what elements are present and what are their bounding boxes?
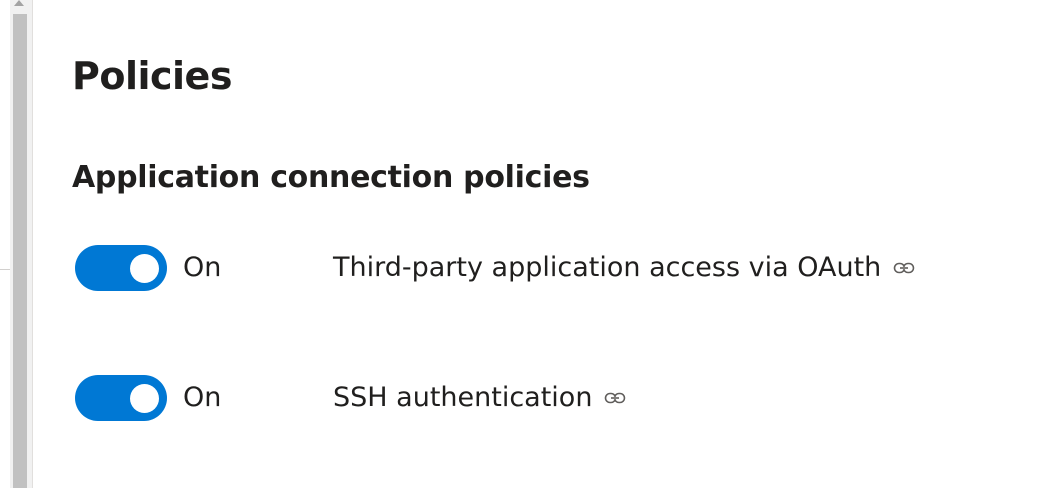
policy-row-oauth: On Third-party application access via OA…: [72, 245, 915, 291]
toggle-knob: [130, 384, 159, 413]
policy-label-oauth: Third-party application access via OAuth: [333, 245, 915, 291]
policy-label-text: SSH authentication: [333, 382, 593, 413]
policy-label-text: Third-party application access via OAuth: [333, 252, 882, 283]
scroll-thumb[interactable]: [13, 14, 27, 488]
toggle-knob: [130, 254, 159, 283]
toggle-state-label: On: [183, 382, 222, 413]
divider: [0, 269, 10, 270]
ssh-toggle[interactable]: [75, 375, 167, 421]
vertical-scrollbar[interactable]: [10, 0, 33, 488]
policy-label-ssh: SSH authentication: [333, 375, 626, 421]
left-gutter: [0, 0, 10, 488]
page-title: Policies: [72, 54, 232, 98]
oauth-toggle[interactable]: [75, 245, 167, 291]
settings-panel: Policies Application connection policies…: [0, 0, 1064, 488]
link-icon[interactable]: [604, 391, 626, 405]
link-icon[interactable]: [893, 261, 915, 275]
section-title: Application connection policies: [72, 160, 590, 195]
policy-row-ssh: On SSH authentication: [72, 375, 626, 421]
scroll-up-arrow-icon[interactable]: [14, 0, 24, 6]
toggle-state-label: On: [183, 252, 222, 283]
